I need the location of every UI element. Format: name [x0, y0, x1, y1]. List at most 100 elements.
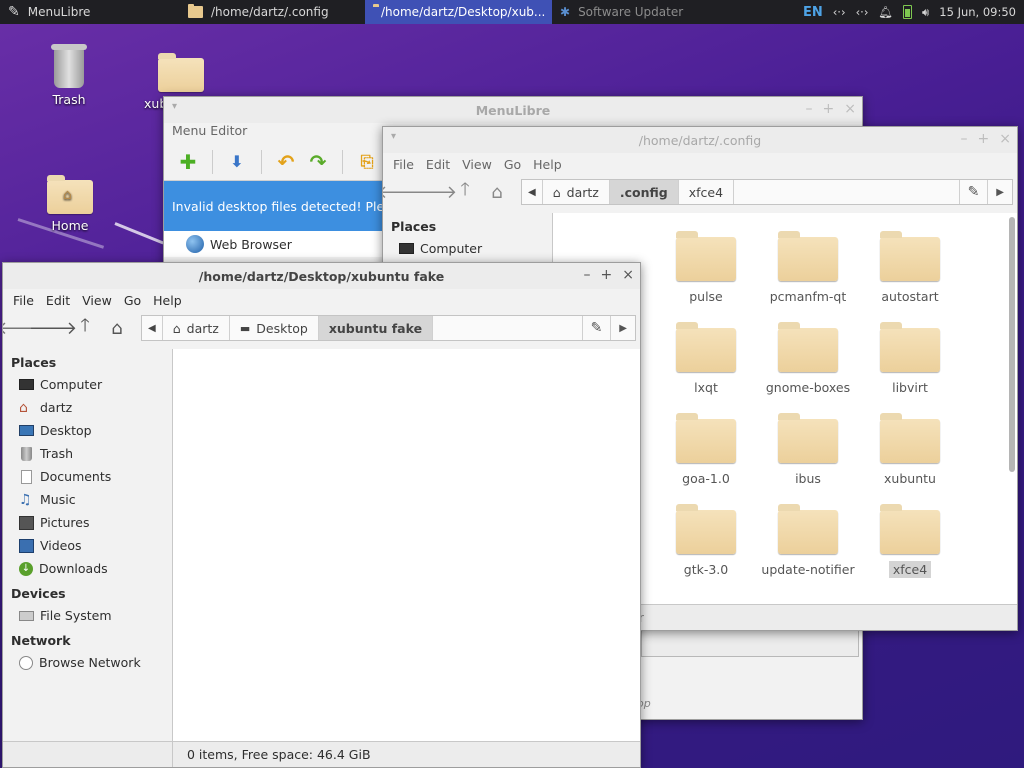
folder-item[interactable]: ibus — [757, 409, 859, 486]
icon-view-empty[interactable] — [173, 349, 640, 741]
folder-item[interactable]: pulse — [655, 227, 757, 304]
menu-view[interactable]: View — [456, 157, 498, 172]
path-left-arrow-icon[interactable]: ◀ — [142, 316, 163, 340]
sidebar-item-computer[interactable]: Computer — [3, 373, 172, 396]
path-right-arrow-icon[interactable]: ▶ — [987, 180, 1012, 204]
folder-item[interactable]: update-notifier — [757, 500, 859, 577]
crumb-desktop[interactable]: ▬ Desktop — [230, 316, 319, 340]
sidebar-item-browse-network[interactable]: Browse Network — [3, 651, 172, 674]
sidebar-item-music[interactable]: ♫ Music — [3, 488, 172, 511]
window-menu-icon[interactable]: ▾ — [172, 101, 177, 112]
close-icon[interactable]: × — [622, 267, 634, 283]
menu-file[interactable]: File — [7, 293, 40, 308]
sidebar-item-trash[interactable]: Trash — [3, 442, 172, 465]
crumb-home[interactable]: ⌂ dartz — [163, 316, 230, 340]
folder-item[interactable]: libvirt — [859, 318, 961, 395]
menu-edit[interactable]: Edit — [420, 157, 456, 172]
folder-icon — [778, 322, 838, 372]
edit-location-icon[interactable]: ✎ — [958, 180, 988, 204]
pictures-icon — [19, 515, 34, 530]
menu-edit[interactable]: Edit — [40, 293, 76, 308]
network-icon-2[interactable]: ‹·› — [856, 5, 869, 19]
folder-item[interactable]: goa-1.0 — [655, 409, 757, 486]
folder-item[interactable]: gnome-boxes — [757, 318, 859, 395]
forward-arrow-icon[interactable]: 🡒 — [409, 178, 457, 206]
menu-help[interactable]: Help — [527, 157, 568, 172]
minimize-icon[interactable]: – — [961, 131, 968, 147]
sidebar-item-computer[interactable]: Computer — [383, 237, 552, 260]
minimize-icon[interactable]: – — [584, 267, 591, 283]
path-left-arrow-icon[interactable]: ◀ — [522, 180, 543, 204]
folder-item[interactable]: autostart — [859, 227, 961, 304]
menu-go[interactable]: Go — [118, 293, 147, 308]
sidebar-item-label: Documents — [40, 469, 112, 484]
desktop-icon-label: Trash — [52, 92, 86, 107]
task-xubuntu-fake[interactable]: /home/dartz/Desktop/xub... — [365, 0, 552, 24]
add-icon[interactable]: ✚ — [172, 147, 204, 177]
sidebar-item-pictures[interactable]: Pictures — [3, 511, 172, 534]
forward-arrow-icon[interactable]: 🡒 — [29, 314, 77, 342]
path-right-arrow-icon[interactable]: ▶ — [610, 316, 635, 340]
maximize-icon[interactable]: + — [823, 101, 835, 117]
close-icon[interactable]: × — [844, 101, 856, 117]
folder-item[interactable]: xfce4 — [859, 500, 961, 578]
folder-item[interactable]: lxqt — [655, 318, 757, 395]
document-icon — [21, 469, 32, 484]
crumb-xfce4[interactable]: xfce4 — [679, 180, 735, 204]
vertical-scrollbar[interactable] — [1009, 217, 1015, 472]
undo-icon[interactable]: ↶ — [270, 147, 302, 177]
battery-icon[interactable] — [903, 5, 913, 19]
desktop-icon-trash[interactable]: Trash — [29, 44, 109, 107]
sidebar-item-desktop[interactable]: Desktop — [3, 419, 172, 442]
folder-label: goa-1.0 — [682, 471, 730, 486]
maximize-icon[interactable]: + — [601, 267, 613, 283]
folder-item[interactable]: xubuntu — [859, 409, 961, 486]
home-icon[interactable]: ⌂ — [483, 178, 511, 206]
menulibre-icon: ✎ — [8, 4, 20, 20]
folder-item[interactable]: pcmanfm-qt — [757, 227, 859, 304]
network-icon[interactable]: ‹·› — [833, 5, 846, 19]
redo-icon[interactable]: ↷ — [302, 147, 334, 177]
menu-file[interactable]: File — [387, 157, 420, 172]
maximize-icon[interactable]: + — [978, 131, 990, 147]
task-label: /home/dartz/Desktop/xub... — [381, 5, 546, 19]
minimize-icon[interactable]: – — [806, 101, 813, 117]
save-icon[interactable]: ⬇ — [221, 147, 253, 177]
edit-location-icon[interactable]: ✎ — [581, 316, 611, 340]
window-menu-icon[interactable]: ▾ — [391, 131, 396, 142]
folder-label: xfce4 — [888, 561, 932, 578]
home-icon[interactable]: ⌂ — [103, 314, 131, 342]
menu-help[interactable]: Help — [147, 293, 188, 308]
crumb-xubuntu-fake[interactable]: xubuntu fake — [318, 316, 434, 340]
sidebar-item-downloads[interactable]: ↓ Downloads — [3, 557, 172, 580]
crumb-home[interactable]: ⌂ dartz — [543, 180, 610, 204]
close-icon[interactable]: × — [999, 131, 1011, 147]
sidebar-item-dartz[interactable]: ⌂ dartz — [3, 396, 172, 419]
menu-go[interactable]: Go — [498, 157, 527, 172]
folder-item[interactable]: gtk-3.0 — [655, 500, 757, 577]
desktop-icon-home[interactable]: ⌂ Home — [30, 175, 110, 233]
sidebar-item-file-system[interactable]: File System — [3, 604, 172, 627]
sidebar-item-videos[interactable]: Videos — [3, 534, 172, 557]
up-arrow-icon[interactable]: 🡑 — [71, 314, 99, 342]
revert-icon[interactable]: ⎘ — [351, 147, 383, 177]
titlebar[interactable]: /home/dartz/Desktop/xubuntu fake – + × — [3, 263, 640, 289]
clock[interactable]: 15 Jun, 09:50 — [939, 5, 1016, 19]
sidebar-item-label: Computer — [40, 377, 103, 392]
keyboard-layout[interactable]: EN — [803, 5, 823, 20]
app-menu-button[interactable]: ✎ MenuLibre — [0, 0, 180, 24]
task-config[interactable]: /home/dartz/.config — [180, 0, 365, 24]
volume-icon[interactable]: 🔊︎ — [922, 5, 929, 20]
wallpaper-streak — [114, 222, 164, 245]
menulibre-bottom-field[interactable] — [641, 627, 859, 657]
titlebar[interactable]: ▾ MenuLibre – + × — [164, 97, 862, 123]
crumb-config[interactable]: .config — [609, 180, 679, 204]
titlebar[interactable]: ▾ /home/dartz/.config – + × — [383, 127, 1017, 153]
task-software-updater[interactable]: ✱ Software Updater — [552, 0, 732, 24]
up-arrow-icon[interactable]: 🡑 — [451, 178, 479, 206]
sidebar-item-label: Computer — [420, 241, 483, 256]
notification-bell-icon[interactable]: 🔔︎ — [878, 5, 893, 19]
menu-view[interactable]: View — [76, 293, 118, 308]
sidebar-item-documents[interactable]: Documents — [3, 465, 172, 488]
folder-label: autostart — [881, 289, 939, 304]
